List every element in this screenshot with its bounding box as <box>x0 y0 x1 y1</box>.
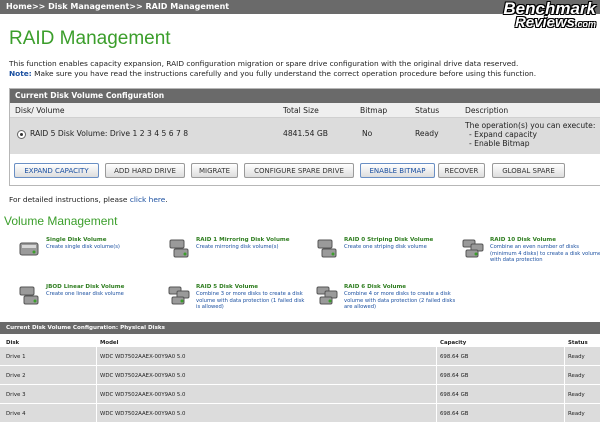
vol-title: JBOD Linear Disk Volume <box>46 284 125 290</box>
col-description: Description <box>465 106 509 115</box>
vol-desc: Combine an even number of disks (minimum… <box>490 244 600 263</box>
disk-name: Drive 3 <box>6 392 26 398</box>
vol-title: Single Disk Volume <box>46 237 107 243</box>
col-status: Status <box>415 106 440 115</box>
vol-desc: Combine 3 or more disks to create a disk… <box>196 291 305 310</box>
vol-title: RAID 5 Disk Volume <box>196 284 259 290</box>
action-buttons: EXPAND CAPACITY ADD HARD DRIVE MIGRATE C… <box>10 158 600 184</box>
disk-name: Drive 2 <box>6 373 26 379</box>
disk-model: WDC WD7502AAEX-00Y9A0 5.0 <box>100 373 186 379</box>
vol-desc: Create one linear disk volume <box>46 291 124 297</box>
disk-capacity: 698.64 GB <box>440 392 469 398</box>
disk-model: WDC WD7502AAEX-00Y9A0 5.0 <box>100 354 186 360</box>
table-row: Drive 2 WDC WD7502AAEX-00Y9A0 5.0 698.64… <box>0 365 600 384</box>
vol-desc: Create mirroring disk volume(s) <box>196 244 279 250</box>
physical-disks-table: Current Disk Volume Configuration: Physi… <box>0 322 600 422</box>
vol-desc: Combine 4 or more disks to create a disk… <box>344 291 456 310</box>
volume-operations: The operation(s) you can execute: - Expa… <box>465 121 595 148</box>
raid5-icon <box>168 286 190 305</box>
disk-capacity: 698.64 GB <box>440 354 469 360</box>
volume-row[interactable]: RAID 5 Disk Volume: Drive 1 2 3 4 5 6 7 … <box>10 118 600 154</box>
breadcrumb[interactable]: Home>> Disk Management>> RAID Management <box>6 2 229 11</box>
note-label: Note: <box>9 69 32 78</box>
global-spare-button[interactable]: GLOBAL SPARE <box>492 163 565 178</box>
disk-status: Ready <box>568 373 585 379</box>
vol-desc: Create one striping disk volume <box>344 244 427 250</box>
intro-description: This function enables capacity expansion… <box>9 59 519 68</box>
col-total-size: Total Size <box>283 106 319 115</box>
volume-config-panel: Current Disk Volume Configuration Disk/ … <box>9 88 600 186</box>
disk-capacity: 698.64 GB <box>440 373 469 379</box>
col-bitmap: Bitmap <box>360 106 388 115</box>
volume-management-title: Volume Management <box>4 214 118 228</box>
note-text: Make sure you have read the instructions… <box>34 69 537 78</box>
table-row: Drive 4 WDC WD7502AAEX-00Y9A0 5.0 698.64… <box>0 403 600 422</box>
disk-name: Drive 1 <box>6 354 26 360</box>
disk-status: Ready <box>568 411 585 417</box>
disk-status: Ready <box>568 392 585 398</box>
ops-title: The operation(s) you can execute: <box>465 121 596 130</box>
recover-button[interactable]: RECOVER <box>438 163 485 178</box>
vol-title: RAID 6 Disk Volume <box>344 284 407 290</box>
click-here-link[interactable]: click here <box>130 195 166 204</box>
disk-capacity: 698.64 GB <box>440 411 469 417</box>
raid0-icon <box>317 239 337 258</box>
add-hard-drive-button[interactable]: ADD HARD DRIVE <box>105 163 185 178</box>
watermark-line2: Reviews.com <box>514 14 596 31</box>
watermark-logo: Benchmark Reviews.com <box>503 0 596 31</box>
page-title: RAID Management <box>9 28 171 49</box>
vol-title: RAID 1 Mirroring Disk Volume <box>196 237 290 243</box>
volume-config-title: Current Disk Volume Configuration <box>10 89 600 103</box>
vol-title: RAID 0 Striping Disk Volume <box>344 237 434 243</box>
disk-model: WDC WD7502AAEX-00Y9A0 5.0 <box>100 411 186 417</box>
expand-capacity-button[interactable]: EXPAND CAPACITY <box>14 163 99 178</box>
volume-size: 4841.54 GB <box>283 129 328 138</box>
volume-bitmap: No <box>362 129 373 138</box>
detail-prefix: For detailed instructions, please <box>9 195 128 204</box>
physical-disks-header: Disk Model Capacity Status <box>0 334 600 346</box>
detail-instructions: For detailed instructions, please click … <box>9 195 168 204</box>
volume-name: RAID 5 Disk Volume: Drive 1 2 3 4 5 6 7 … <box>30 129 189 138</box>
physical-disks-title: Current Disk Volume Configuration: Physi… <box>0 322 600 334</box>
disk-status: Ready <box>568 354 585 360</box>
col-disk-volume: Disk/ Volume <box>15 106 65 115</box>
configure-spare-drive-button[interactable]: CONFIGURE SPARE DRIVE <box>244 163 354 178</box>
single-disk-icon <box>19 242 39 256</box>
migrate-button[interactable]: MIGRATE <box>191 163 238 178</box>
op-expand: - Expand capacity <box>469 130 538 139</box>
op-enable-bitmap: - Enable Bitmap <box>469 139 530 148</box>
raid10-icon <box>462 239 484 258</box>
volume-status: Ready <box>415 129 439 138</box>
vol-title: RAID 10 Disk Volume <box>490 237 556 243</box>
intro-text: This function enables capacity expansion… <box>9 59 594 79</box>
intro-note: Note: Make sure you have read the instru… <box>9 69 594 79</box>
detail-suffix: . <box>165 195 168 204</box>
disk-model: WDC WD7502AAEX-00Y9A0 5.0 <box>100 392 186 398</box>
table-row: Drive 3 WDC WD7502AAEX-00Y9A0 5.0 698.64… <box>0 384 600 403</box>
raid6-icon <box>316 286 338 305</box>
table-row: Drive 1 WDC WD7502AAEX-00Y9A0 5.0 698.64… <box>0 346 600 365</box>
enable-bitmap-button[interactable]: ENABLE BITMAP <box>360 163 435 178</box>
disk-name: Drive 4 <box>6 411 26 417</box>
volume-radio[interactable] <box>17 130 26 139</box>
vol-desc: Create single disk volume(s) <box>46 244 120 250</box>
jbod-icon <box>19 286 39 305</box>
volume-config-header: Disk/ Volume Total Size Bitmap Status De… <box>10 103 600 118</box>
raid1-icon <box>169 239 189 258</box>
